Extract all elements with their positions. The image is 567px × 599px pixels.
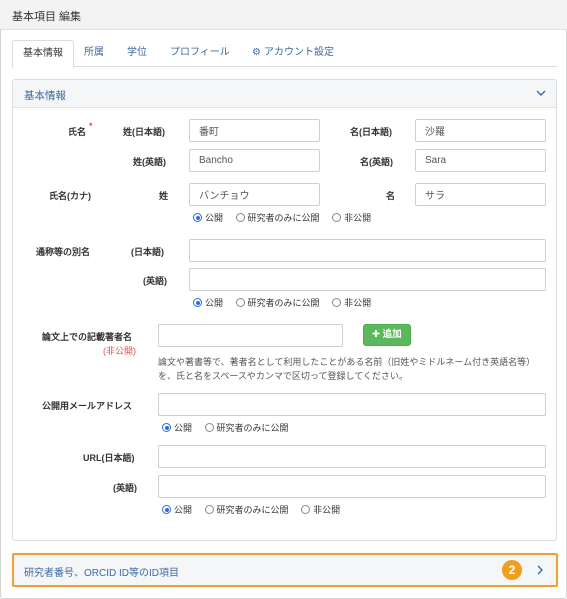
email-visibility-radios: 公開 研究者のみに公開 [162,421,299,435]
radio-button-selected [162,505,171,514]
radio-researchers-only[interactable]: 研究者のみに公開 [235,296,320,309]
radio-label: 公開 [205,298,224,308]
basic-info-panel-header[interactable]: 基本情報 [13,80,556,108]
name-visibility-radios: 公開 研究者のみに公開 非公開 [193,211,381,225]
plus-icon: ✚ [372,329,383,340]
radio-button [235,298,245,307]
chevron-right-icon [537,565,543,575]
radio-label: 公開 [205,213,224,223]
family-name-ja-label: 姓(日本語) [123,127,165,137]
alias-label: 通称等の別名 [36,247,91,257]
radio-private[interactable]: 非公開 [301,503,340,516]
paper-author-input[interactable] [158,324,343,347]
url-visibility-radios: 公開 研究者のみに公開 非公開 [162,503,350,517]
kana-given-label: 名 [386,191,396,201]
radio-button [204,505,214,514]
kana-family-input[interactable] [189,183,320,206]
alias-visibility-radios: 公開 研究者のみに公開 非公開 [193,296,381,310]
radio-button [332,298,342,307]
radio-button [332,213,342,222]
tab-basic-info[interactable]: 基本情報 [12,40,74,68]
window-title-bar: 基本項目 編集 [0,0,567,30]
radio-label: 公開 [174,423,193,433]
radio-private[interactable]: 非公開 [332,211,371,224]
radio-public[interactable]: 公開 [162,421,192,434]
url-ja-input[interactable] [158,445,546,468]
name-label: 氏名 [68,127,87,137]
window-title: 基本項目 編集 [12,11,82,23]
kana-given-input[interactable] [415,183,546,206]
public-email-input[interactable] [158,393,546,416]
radio-label: 研究者のみに公開 [247,298,320,308]
radio-button [301,505,311,514]
radio-label: 研究者のみに公開 [247,213,320,223]
step-number-badge: 2 [502,560,522,580]
alias-en-label: (英語) [143,276,167,286]
tab-account-settings[interactable]: ⚙ アカウント設定 [242,40,344,67]
tab-label: 学位 [127,47,147,58]
radio-public[interactable]: 公開 [162,503,192,516]
gear-icon: ⚙ [252,47,261,58]
radio-button [204,423,214,432]
tab-label: アカウント設定 [263,47,334,58]
tab-label: 所属 [84,47,104,58]
given-name-en-input[interactable] [415,149,546,172]
radio-label: 非公開 [344,298,372,308]
radio-researchers-only[interactable]: 研究者のみに公開 [204,421,289,434]
kana-family-label: 姓 [159,191,169,201]
given-name-ja-label: 名(日本語) [350,127,392,137]
kana-name-label: 氏名(カナ) [49,191,91,201]
tab-profile[interactable]: プロフィール [160,40,240,67]
add-button-label: 追加 [382,329,402,340]
radio-label: 研究者のみに公開 [216,423,289,433]
given-name-en-label: 名(英語) [360,157,393,167]
required-mark: * [89,121,93,131]
radio-button-selected [162,423,171,432]
url-ja-label: URL(日本語) [83,453,135,463]
tab-degree[interactable]: 学位 [117,40,157,67]
id-panel-title: 研究者番号、ORCID ID等のID項目 [24,568,179,579]
add-author-button[interactable]: ✚ 追加 [363,324,411,346]
tab-label: 基本情報 [23,48,63,59]
family-name-en-label: 姓(英語) [133,157,166,167]
chevron-down-icon [536,90,546,96]
paper-author-private-note: (非公開) [103,346,136,356]
id-items-panel-header[interactable]: 研究者番号、ORCID ID等のID項目 2 [12,553,558,587]
family-name-ja-input[interactable] [189,119,320,142]
alias-ja-input[interactable] [189,239,546,262]
radio-private[interactable]: 非公開 [332,296,371,309]
radio-researchers-only[interactable]: 研究者のみに公開 [235,211,320,224]
radio-button-selected [193,298,202,307]
radio-label: 非公開 [313,505,341,515]
paper-author-help-text: 論文や著書等で、著者名として利用したことがある名前（旧姓やミドルネーム付き英語名… [158,357,536,381]
url-en-input[interactable] [158,475,546,498]
given-name-ja-input[interactable] [415,119,546,142]
panel-title: 基本情報 [24,90,66,102]
family-name-en-input[interactable] [189,149,320,172]
url-en-label: (英語) [113,483,137,493]
radio-button [235,213,245,222]
radio-public[interactable]: 公開 [193,211,223,224]
radio-label: 非公開 [344,213,372,223]
tab-affiliation[interactable]: 所属 [74,40,114,67]
radio-label: 公開 [174,505,193,515]
public-email-label: 公開用メールアドレス [42,401,133,411]
alias-en-input[interactable] [189,268,546,291]
radio-public[interactable]: 公開 [193,296,223,309]
radio-label: 研究者のみに公開 [216,505,289,515]
radio-button-selected [193,213,202,222]
tab-bar: 基本情報 所属 学位 プロフィール ⚙ アカウント設定 [12,40,557,68]
alias-ja-label: (日本語) [131,247,164,257]
paper-author-label: 論文上での記載著者名 [42,332,133,342]
radio-researchers-only[interactable]: 研究者のみに公開 [204,503,289,516]
tab-label: プロフィール [170,47,230,58]
